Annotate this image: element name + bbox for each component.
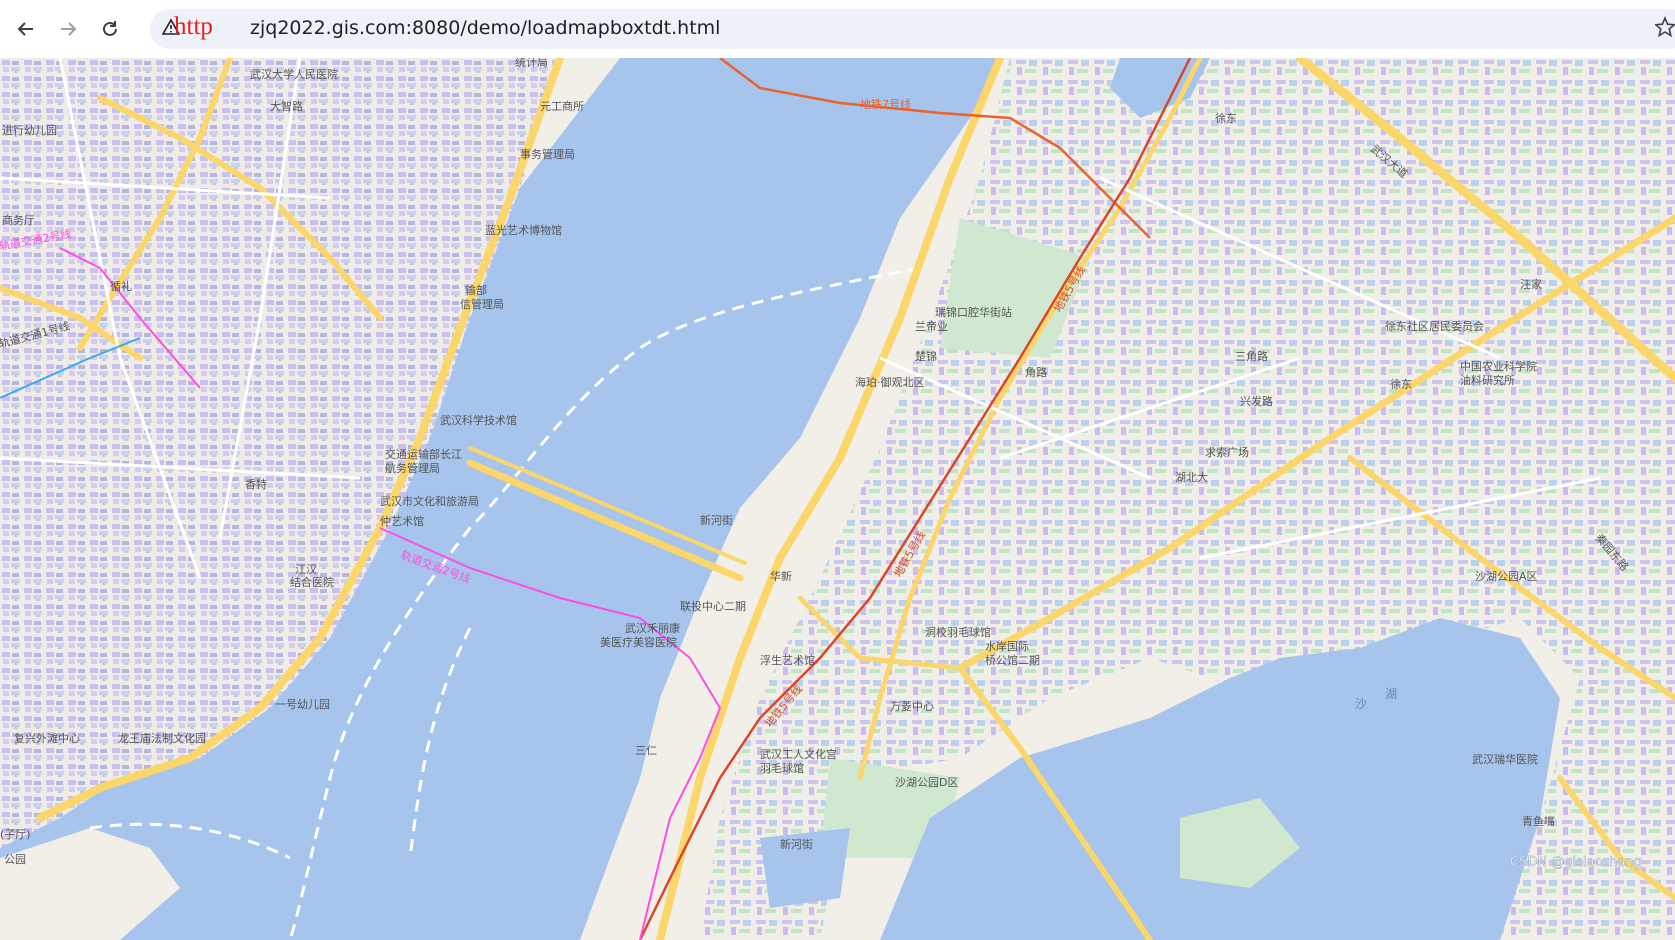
arrow-left-icon [17,22,33,36]
place-label: 新河街 [700,513,733,527]
place-label: 元工商所 [540,99,584,113]
place-label: 武汉工人文化宫 [760,747,837,761]
place-label: 复兴外滩中心 [14,731,80,745]
place-label: 新河街 [780,837,813,851]
place-label: 武汉瑞华医院 [1472,752,1538,766]
place-label: 徐东社区居民委员会 [1385,319,1484,333]
reload-button[interactable] [94,13,126,45]
place-label: 输部 [465,283,487,297]
place-label: 青鱼嘴 [1522,814,1555,828]
watermark: CSDN @gislaozhang [1510,855,1642,870]
place-label: 湖北大 [1175,470,1208,484]
place-label: 求索广场 [1205,445,1249,459]
place-label: 事务管理局 [520,147,575,161]
back-button[interactable] [10,13,42,45]
place-label: 大智路 [270,99,303,113]
place-label: 瑞锦口腔华街站 [935,305,1012,319]
place-label: 统计局 [515,58,548,69]
place-label: 羽毛球馆 [760,761,804,775]
url-text[interactable]: zjq2022.gis.com:8080/demo/loadmapboxtdt.… [250,17,720,39]
place-label: 三角路 [1235,350,1268,363]
reload-icon [103,21,117,36]
place-label: 航务管理局 [385,461,440,475]
place-label: 循礼 [110,279,132,293]
place-label: 武汉市文化和旅游局 [380,494,479,508]
place-label: 徐东 [1215,111,1237,125]
place-label: 华新 [770,569,792,583]
place-label: (子厅) [0,828,31,841]
place-label: 兴发路 [1240,394,1273,408]
place-label: 油料研究所 [1460,373,1515,387]
place-label: 洞校羽毛球馆 [925,625,991,639]
place-label: 角路 [1025,366,1047,379]
place-label: 武汉禾丽康 [625,621,680,635]
place-label: 桥公馆二期 [985,653,1040,667]
place-label: 沙湖公园D区 [895,776,958,789]
place-label: 兰帝业 [915,319,948,333]
place-label: 江汉 [295,563,317,576]
place-label: 武汉科学技术馆 [440,413,517,427]
place-label: 一号幼儿园 [275,698,330,711]
place-label: 公园 [4,853,26,866]
place-label: 水岸国际 [985,640,1029,653]
place-label: 进行幼儿园 [2,124,57,137]
lake-label: 湖 [1385,686,1397,701]
map-view[interactable]: 地铁7号线 地铁5号线 地铁5号线 地铁5号线 轨道交通2号线 轨道交通2号线 … [0,58,1675,940]
place-label: 商务厅 [2,213,35,227]
place-label: 结合医院 [290,575,334,589]
lake-label: 沙 [1355,697,1367,711]
arrow-right-icon [61,22,77,36]
place-label: 中国农业科学院 [1460,359,1537,373]
place-label: 三仁 [635,744,657,757]
forward-button[interactable] [52,13,84,45]
place-label: 万菱中心 [890,700,934,713]
place-label: 蓝光艺术博物馆 [485,223,562,237]
place-label: 交通运输部长江 [385,447,462,461]
place-label: 龙王庙法制文化园 [118,731,206,745]
place-label: 楚锦 [915,349,937,363]
place-label: 武汉大学人民医院 [250,67,338,81]
place-label: 联投中心二期 [680,599,746,613]
place-label: 徐东 [1390,377,1412,391]
place-label: 仲艺术馆 [380,514,424,528]
place-label: 美医疗美容医院 [600,635,677,649]
browser-toolbar: http zjq2022.gis.com:8080/demo/loadmapbo… [0,0,1675,59]
metro-label-7: 地铁7号线 [860,97,911,111]
place-label: 香特 [245,477,267,491]
star-icon[interactable] [1655,16,1675,40]
place-label: 信管理局 [460,297,504,311]
url-protocol-overlay: http [174,13,213,40]
place-label: 汪家 [1520,277,1542,291]
place-label: 浮生艺术馆 [760,653,815,667]
place-label: 沙湖公园A区 [1475,570,1538,583]
place-label: 海珀·御观北区 [855,375,925,389]
